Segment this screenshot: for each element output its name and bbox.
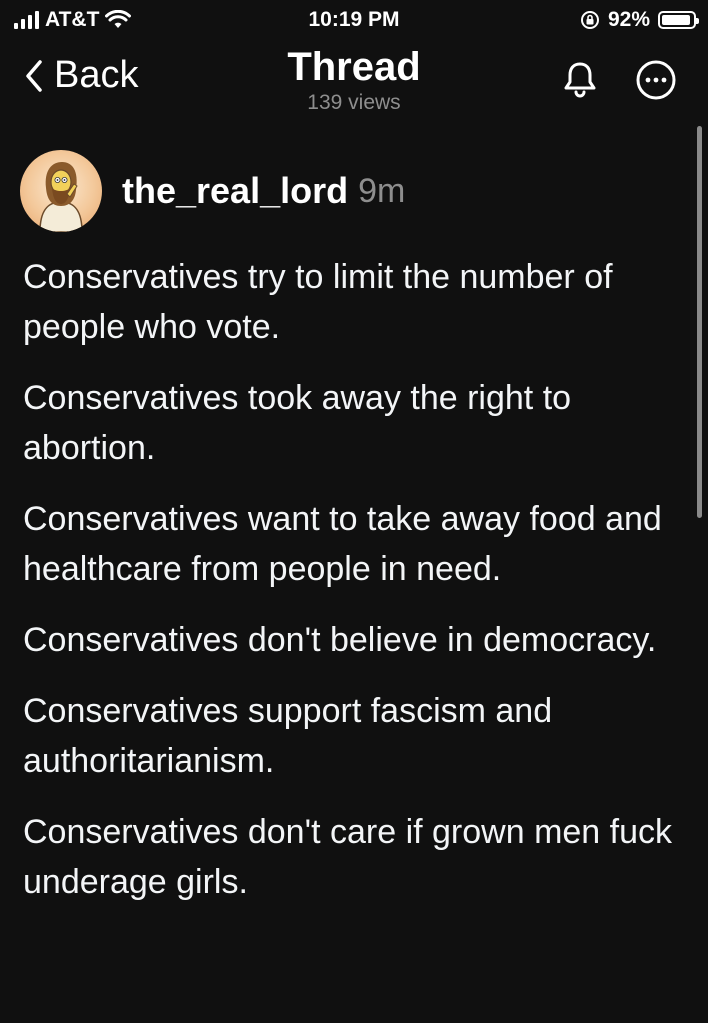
post-timestamp: 9m [358,171,406,210]
post-paragraph: Conservatives want to take away food and… [23,500,662,588]
avatar-illustration [39,162,83,232]
thread-header: Back Thread 139 views [0,40,708,122]
username[interactable]: the_real_lord [122,170,348,212]
battery-percent: 92% [607,8,650,31]
more-options-icon[interactable] [634,58,678,102]
scrollbar[interactable] [697,126,702,518]
post-body: Conservatives try to limit the number of… [23,252,688,928]
status-time: 10:19 PM [308,8,400,31]
avatar[interactable] [20,150,102,232]
orientation-lock-icon [580,11,599,29]
post-paragraph: Conservatives support fascism and author… [23,692,553,780]
post-author-row: the_real_lord 9m [20,150,405,232]
post-paragraph: Conservatives took away the right to abo… [23,379,572,467]
status-bar: AT&T 10:19 PM 92% [0,0,708,40]
bell-icon[interactable] [558,58,602,102]
post-paragraph: Conservatives don't believe in democracy… [23,621,657,659]
post-paragraph: Conservatives don't care if grown men fu… [23,813,673,901]
battery-icon [658,11,699,29]
status-bar-right: 92% [580,8,699,32]
battery-fill [662,15,690,25]
post-paragraph: Conservatives try to limit the number of… [23,258,613,346]
